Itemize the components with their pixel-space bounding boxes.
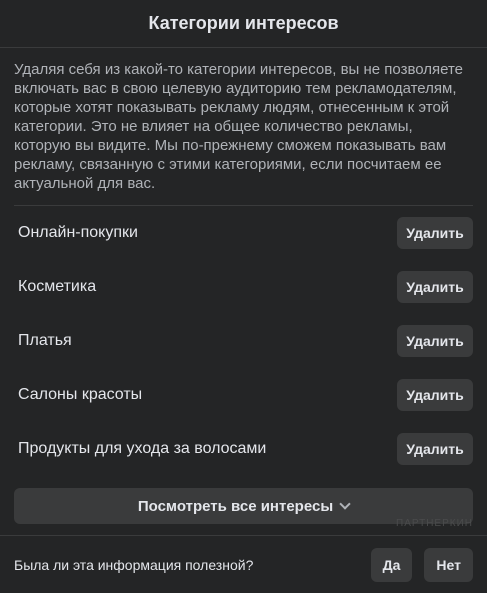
yes-button[interactable]: Да — [370, 547, 413, 582]
description-text: Удаляя себя из какой-то категории интере… — [14, 61, 464, 192]
category-row-dresses: Платья Удалить — [14, 314, 473, 368]
category-label: Продукты для ухода за волосами — [18, 440, 267, 457]
category-row-online-shopping: Онлайн-покупки Удалить — [14, 206, 473, 260]
feedback-question: Была ли эта информация полезной? — [14, 556, 254, 573]
category-row-cosmetics: Косметика Удалить — [14, 260, 473, 314]
category-label: Платья — [18, 332, 72, 349]
watermark: ПАРТНЕРКИН — [396, 518, 473, 529]
remove-button-dresses[interactable]: Удалить — [397, 325, 473, 357]
dialog-header: Категории интересов — [0, 0, 487, 48]
feedback-footer: Была ли эта информация полезной? Да Нет — [0, 535, 487, 593]
remove-button-beauty-salons[interactable]: Удалить — [397, 379, 473, 411]
no-button[interactable]: Нет — [424, 547, 473, 582]
category-row-beauty-salons: Салоны красоты Удалить — [14, 368, 473, 422]
category-label: Косметика — [18, 278, 97, 295]
category-label: Онлайн-покупки — [18, 224, 138, 241]
remove-button-cosmetics[interactable]: Удалить — [397, 271, 473, 303]
chevron-down-icon — [339, 498, 351, 510]
category-row-hair-care: Продукты для ухода за волосами Удалить — [14, 422, 473, 476]
dialog-title: Категории интересов — [148, 13, 339, 33]
category-label: Салоны красоты — [18, 386, 143, 403]
see-all-label: Посмотреть все интересы — [137, 497, 334, 515]
remove-button-online-shopping[interactable]: Удалить — [397, 217, 473, 249]
interest-categories-list: Онлайн-покупки Удалить Косметика Удалить… — [14, 206, 473, 476]
feedback-buttons: Да Нет — [370, 547, 473, 582]
remove-button-hair-care[interactable]: Удалить — [397, 433, 473, 465]
